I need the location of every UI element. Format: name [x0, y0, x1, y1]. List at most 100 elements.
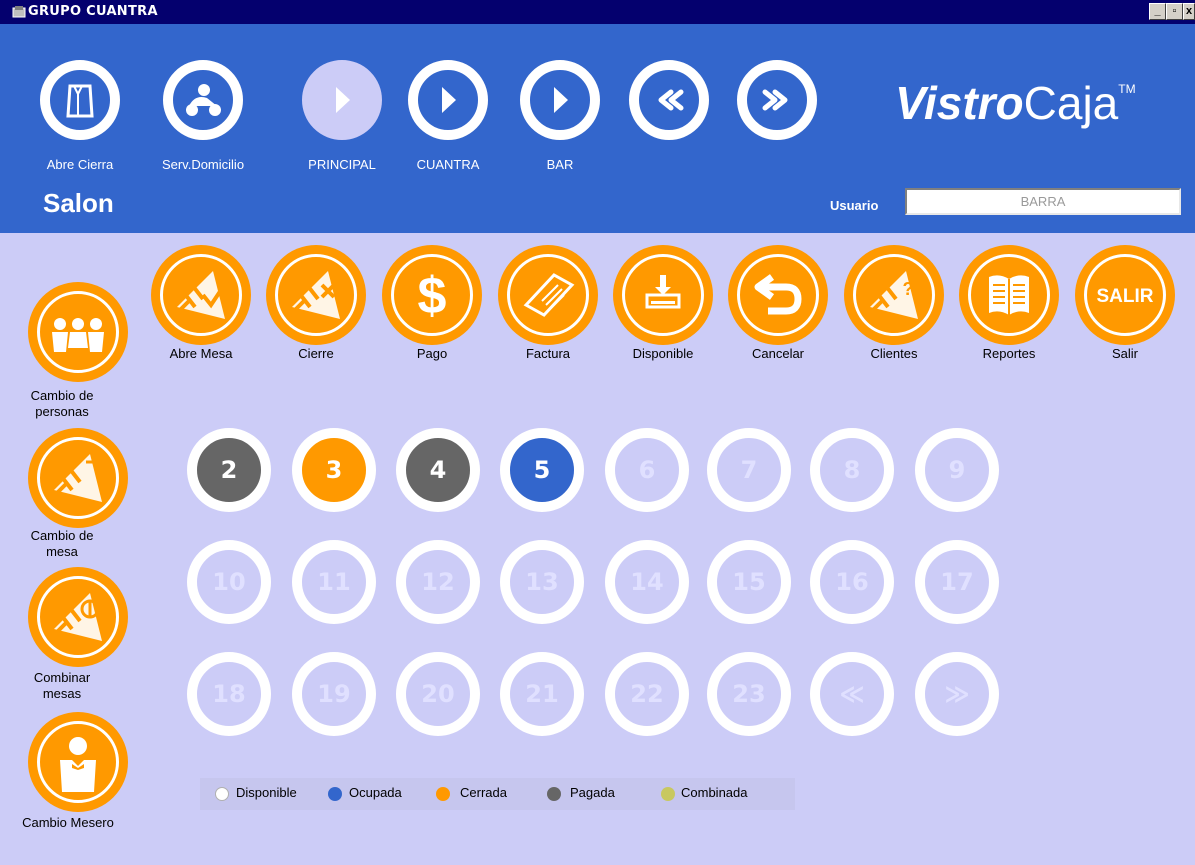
undo-icon [754, 274, 802, 315]
user-label: Usuario [830, 198, 879, 213]
cambio-personas-button[interactable] [28, 282, 128, 382]
cancelar-label: Cancelar [751, 346, 805, 361]
legend-label-cerrada: Cerrada [460, 785, 507, 800]
legend-label-combinada: Combinada [681, 785, 748, 800]
cuantra-button[interactable] [408, 60, 488, 140]
table-button[interactable]: 15 [707, 540, 791, 624]
table-button[interactable]: 17 [915, 540, 999, 624]
open-table-icon [173, 271, 229, 319]
reports-icon [989, 275, 1029, 315]
play-icon [336, 87, 350, 113]
salir-button[interactable]: SALIR [1075, 245, 1175, 345]
play-icon [554, 87, 568, 113]
legend-swatch-disponible [215, 787, 229, 801]
pago-button[interactable]: $ [382, 245, 482, 345]
factura-label: Factura [525, 346, 571, 361]
table-button[interactable]: 10 [187, 540, 271, 624]
change-table-icon [50, 454, 102, 502]
minimize-button[interactable]: _ [1149, 3, 1166, 20]
table-button[interactable]: 7 [707, 428, 791, 512]
cambio-mesero-button[interactable] [28, 712, 128, 812]
principal-label: PRINCIPAL [308, 157, 376, 172]
serv-domicilio-button[interactable] [163, 60, 243, 140]
legend-label-pagada: Pagada [570, 785, 615, 800]
play-icon [442, 87, 456, 113]
table-button[interactable]: 4 [396, 428, 480, 512]
table-button[interactable]: 6 [605, 428, 689, 512]
cambio-mesa-button[interactable] [28, 428, 128, 528]
legend-swatch-pagada [547, 787, 561, 801]
table-button[interactable]: 12 [396, 540, 480, 624]
table-button[interactable]: 8 [810, 428, 894, 512]
table-button[interactable]: 21 [500, 652, 584, 736]
window-title: GRUPO CUANTRA [28, 4, 158, 19]
invoice-icon [523, 273, 575, 317]
next-group-button[interactable] [737, 60, 817, 140]
table-button[interactable]: 9 [915, 428, 999, 512]
section-title: Salon [43, 188, 114, 218]
table-button[interactable]: 5 [500, 428, 584, 512]
abre-cierra-button[interactable] [40, 60, 120, 140]
disponible-button[interactable] [613, 245, 713, 345]
previous-icon [658, 89, 684, 111]
waiter-icon [60, 737, 96, 792]
tables-prev-page-button[interactable]: ≪ [810, 652, 894, 736]
close-button[interactable]: x [1183, 3, 1195, 20]
paper-bag-icon [66, 84, 94, 118]
svg-text:SALIR: SALIR [1097, 286, 1154, 307]
delivery-scooter-icon [186, 84, 221, 116]
serv-domicilio-label: Serv.Domicilio [161, 157, 245, 172]
table-button[interactable]: 11 [292, 540, 376, 624]
clientes-label: Clientes [870, 346, 918, 361]
salir-label: Salir [1111, 346, 1138, 361]
pago-label: Pago [416, 346, 448, 361]
legend-swatch-ocupada [328, 787, 342, 801]
combine-tables-icon [50, 593, 102, 641]
combinar-mesas-label: Combinar mesas [33, 670, 91, 701]
factura-button[interactable] [498, 245, 598, 345]
restore-button[interactable]: ▫ [1166, 3, 1183, 20]
available-icon [645, 275, 681, 309]
header: Abre Cierra Serv.Domicilio PRINCIPAL CUA… [0, 24, 1195, 233]
bar-button[interactable] [520, 60, 600, 140]
principal-button[interactable] [302, 60, 382, 140]
abre-mesa-label: Abre Mesa [169, 346, 233, 361]
legend-label-disponible: Disponible [236, 785, 297, 800]
cierre-label: Cierre [298, 346, 334, 361]
tables-next-page-button[interactable]: ≫ [915, 652, 999, 736]
table-button[interactable]: 22 [605, 652, 689, 736]
table-button[interactable]: 13 [500, 540, 584, 624]
status-legend: Disponible Ocupada Cerrada Pagada Combin… [200, 778, 795, 810]
clients-icon: ? [866, 271, 918, 319]
dollar-icon: $ [418, 267, 447, 325]
disponible-label: Disponible [632, 346, 694, 361]
table-button[interactable]: 3 [292, 428, 376, 512]
table-button[interactable]: 16 [810, 540, 894, 624]
app-icon [12, 6, 26, 18]
cambio-mesero-label: Cambio Mesero [22, 815, 114, 830]
reportes-button[interactable] [959, 245, 1059, 345]
table-button[interactable]: 23 [707, 652, 791, 736]
table-button[interactable]: 20 [396, 652, 480, 736]
clientes-button[interactable]: ? [844, 245, 944, 345]
reportes-label: Reportes [982, 346, 1036, 361]
legend-swatch-cerrada [436, 787, 450, 801]
people-icon [52, 318, 104, 352]
svg-text:$: $ [418, 267, 447, 325]
legend-label-ocupada: Ocupada [349, 785, 402, 800]
user-field[interactable] [905, 188, 1181, 215]
combinar-mesas-button[interactable] [28, 567, 128, 667]
abre-mesa-button[interactable] [151, 245, 251, 345]
table-button[interactable]: 19 [292, 652, 376, 736]
abre-cierra-label: Abre Cierra [46, 157, 114, 172]
previous-group-button[interactable] [629, 60, 709, 140]
cancelar-button[interactable] [728, 245, 828, 345]
table-button[interactable]: 2 [187, 428, 271, 512]
bar-label: BAR [546, 157, 574, 172]
close-table-icon [288, 271, 340, 319]
cambio-personas-label: Cambio de personas [30, 388, 94, 419]
table-button[interactable]: 14 [605, 540, 689, 624]
cuantra-label: CUANTRA [416, 157, 480, 172]
table-button[interactable]: 18 [187, 652, 271, 736]
cierre-button[interactable] [266, 245, 366, 345]
